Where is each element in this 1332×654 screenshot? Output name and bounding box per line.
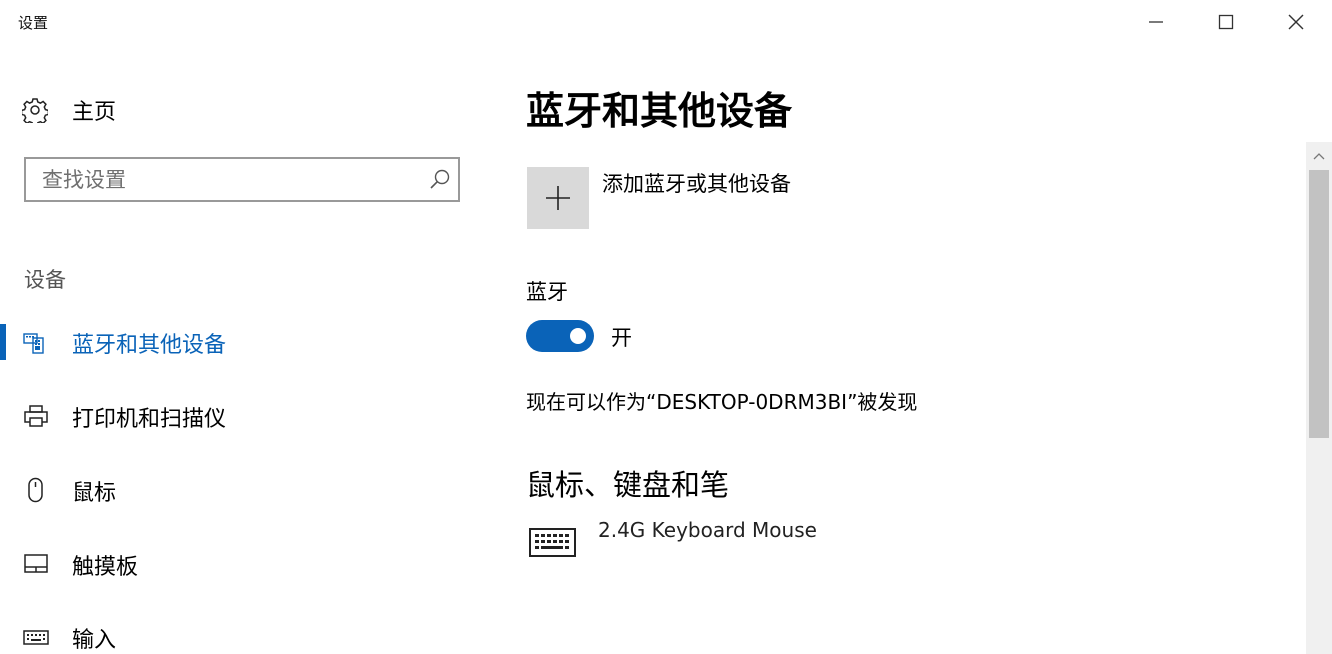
home-label: 主页 (72, 100, 117, 125)
title-bar: 设置 (0, 0, 1332, 46)
bluetooth-state-label: 开 (611, 326, 632, 350)
add-device-button[interactable] (527, 167, 589, 229)
sidebar-item-label: 打印机和扫描仪 (72, 407, 227, 432)
sidebar-item-label: 输入 (72, 628, 117, 653)
scroll-up-button[interactable] (1306, 142, 1332, 170)
settings-nav: 主页 设备 (0, 46, 510, 654)
active-indicator (0, 324, 6, 360)
discoverable-text: 现在可以作为“DESKTOP-0DRM3BI”被发现 (526, 390, 918, 414)
plus-icon (546, 186, 570, 210)
printer-icon (22, 403, 50, 429)
sidebar-item-label: 鼠标 (72, 481, 117, 506)
page-title: 蓝牙和其他设备 (526, 89, 793, 133)
search-box[interactable] (24, 157, 460, 202)
sidebar-item-printers[interactable]: 打印机和扫描仪 (0, 391, 510, 441)
bluetooth-toggle[interactable] (526, 320, 594, 352)
sidebar-item-bluetooth[interactable]: 蓝牙和其他设备 (0, 317, 510, 367)
sidebar-item-mouse[interactable]: 鼠标 (0, 465, 510, 515)
search-input[interactable] (42, 165, 422, 195)
home-nav-item[interactable]: 主页 (22, 94, 116, 126)
minimize-button[interactable] (1121, 0, 1191, 44)
sidebar-item-label: 触摸板 (72, 555, 139, 580)
settings-window: 设置 主页 查找设置 设备 蓝牙和其他设备 打印机和扫描仪 鼠标 触摸板 输入 … (0, 0, 1332, 654)
toggle-knob (570, 328, 586, 344)
mouse-keyboard-pen-heading: 鼠标、键盘和笔 (526, 468, 730, 502)
close-icon (1288, 14, 1304, 30)
main-content: 蓝牙和其他设备 添加蓝牙或其他设备 蓝牙 开 现在可以作为“DESKTOP-0D… (516, 46, 1306, 654)
window-title: 设置 (18, 14, 49, 32)
minimize-icon (1149, 21, 1163, 23)
keyboard-icon (22, 624, 50, 650)
add-device-label[interactable]: 添加蓝牙或其他设备 (602, 168, 791, 198)
bluetooth-label: 蓝牙 (526, 280, 568, 304)
close-button[interactable] (1261, 0, 1331, 44)
device-item[interactable]: 2.4G Keyboard Mouse (526, 516, 1126, 566)
sidebar-item-label: 蓝牙和其他设备 (72, 333, 227, 358)
search-icon[interactable] (429, 168, 451, 190)
gear-icon (22, 98, 48, 123)
maximize-icon (1218, 14, 1234, 30)
sidebar-item-touchpad[interactable]: 触摸板 (0, 539, 510, 589)
devices-section-label: 设备 (24, 268, 66, 292)
chevron-up-icon (1313, 153, 1325, 160)
touchpad-icon (22, 551, 50, 577)
scroll-thumb[interactable] (1309, 170, 1329, 438)
sidebar-item-typing[interactable]: 输入 (0, 612, 510, 654)
vertical-scrollbar[interactable] (1306, 142, 1332, 654)
maximize-button[interactable] (1191, 0, 1261, 44)
keyboard-icon (529, 528, 576, 557)
mouse-icon (22, 477, 50, 503)
bluetooth-devices-icon (22, 329, 50, 355)
device-name: 2.4G Keyboard Mouse (598, 518, 817, 542)
